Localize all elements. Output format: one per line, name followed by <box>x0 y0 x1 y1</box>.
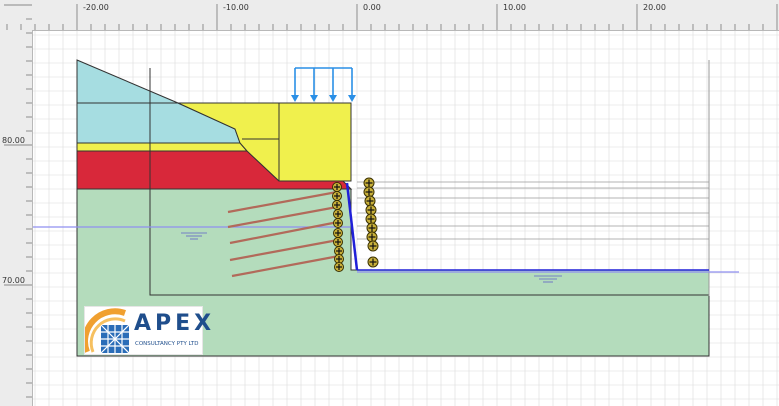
sand-band <box>76 142 249 152</box>
structural-node <box>363 186 375 198</box>
logo-mark-icon <box>85 307 131 354</box>
structural-node <box>332 191 342 201</box>
structural-node <box>333 228 343 238</box>
model-viewport[interactable]: -20.00 -10.00 0.00 10.00 20.00 80.00 70.… <box>0 0 779 406</box>
logo-name: APEX <box>134 311 216 336</box>
structural-node <box>333 218 343 228</box>
structural-node <box>364 195 376 207</box>
slope-wedge <box>76 59 241 144</box>
company-logo: APEX CONSULTANCY PTY LTD <box>84 306 211 355</box>
structural-node <box>333 209 343 219</box>
structural-node <box>332 200 342 210</box>
structural-node <box>334 262 344 272</box>
structural-node <box>365 213 377 225</box>
logo-subtitle: CONSULTANCY PTY LTD <box>135 341 199 347</box>
structural-node <box>333 237 343 247</box>
structural-node <box>367 240 379 252</box>
reference-lines <box>357 181 709 240</box>
structural-node <box>367 256 379 268</box>
structural-node <box>332 182 342 192</box>
structural-node <box>366 231 378 243</box>
